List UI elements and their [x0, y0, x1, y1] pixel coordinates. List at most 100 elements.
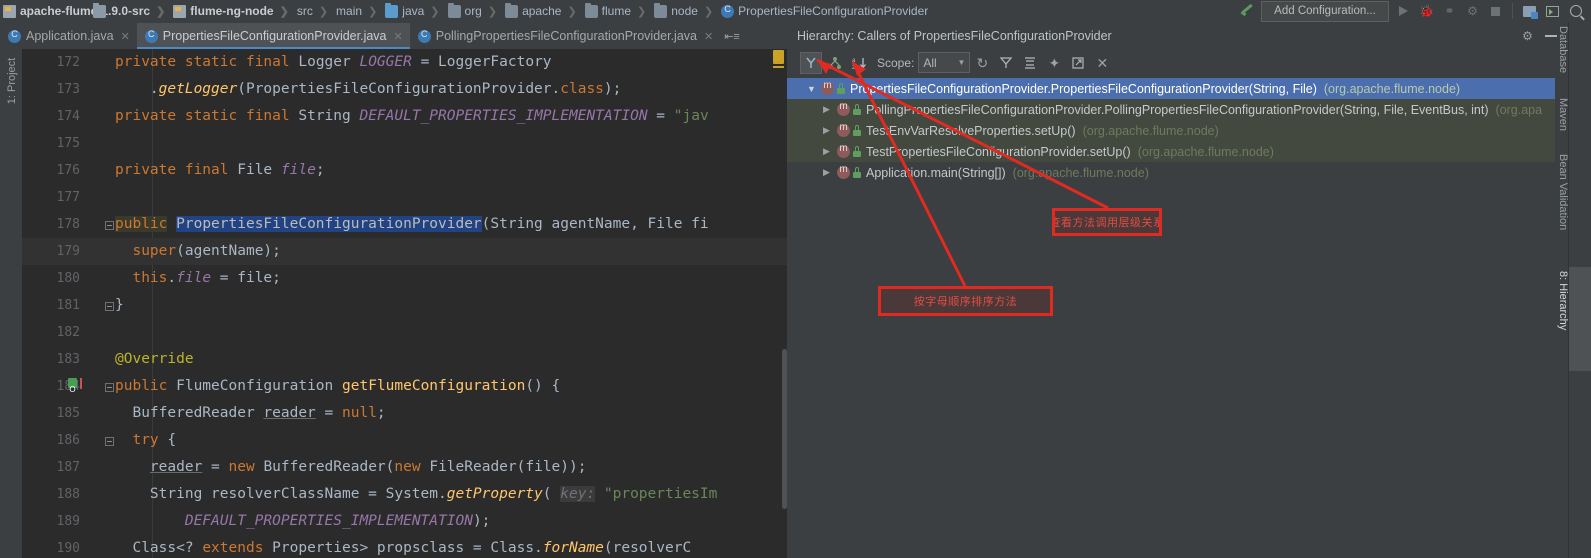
tab-label: PollingPropertiesFileConfigurationProvid…	[435, 29, 697, 43]
callee-hierarchy-icon[interactable]	[824, 52, 846, 74]
caller-hierarchy-icon[interactable]	[800, 51, 822, 74]
chevron-right-icon[interactable]: ▶	[823, 146, 837, 157]
chevron-right-icon[interactable]: ▶	[823, 125, 837, 136]
editor-tab-pollingpropertiesfileconfigurationprovider[interactable]: PollingPropertiesFileConfigurationProvid…	[410, 23, 720, 49]
line-number: 182	[56, 325, 80, 340]
sidebar-item-project[interactable]: 1: Project	[6, 51, 18, 111]
add-configuration-button[interactable]: Add Configuration...	[1261, 0, 1389, 22]
table-row[interactable]: ▶ TestEnvVarResolveProperties.setUp() (o…	[787, 120, 1555, 141]
breadcrumb-label: flume-ng-node	[190, 4, 274, 18]
run-icon[interactable]	[1393, 1, 1414, 21]
refresh-icon[interactable]: ↻	[971, 52, 993, 74]
folder-icon	[654, 2, 668, 18]
stop-icon[interactable]	[1485, 1, 1506, 21]
fold-marker-icon[interactable]	[105, 437, 114, 446]
terminal-icon[interactable]	[1542, 1, 1563, 21]
overriding-method-icon[interactable]	[68, 376, 77, 403]
breadcrumb-item-org[interactable]: org ❯	[445, 0, 503, 22]
breadcrumb-item-java[interactable]: java ❯	[382, 0, 444, 22]
row-signature: PropertiesFileConfigurationProvider.Prop…	[850, 81, 1317, 96]
folder-icon	[505, 2, 519, 18]
show-hidden-tabs-icon[interactable]: ⇤≡	[720, 23, 744, 49]
breadcrumb-item-apache[interactable]: apache ❯	[502, 0, 582, 22]
chevron-down-icon[interactable]: ▼	[807, 84, 821, 94]
git-icon[interactable]	[1519, 1, 1540, 21]
sidebar-item-bean-validation[interactable]: Bean Validation	[1557, 150, 1591, 230]
java-class-icon	[144, 29, 158, 43]
table-row[interactable]: ▶ TestPropertiesFileConfigurationProvide…	[787, 141, 1555, 162]
code-line: @Override	[115, 351, 194, 367]
tab-label: PropertiesFileConfigurationProvider.java	[162, 29, 387, 43]
scope-value: All	[923, 55, 937, 70]
editor-tab-propertiesfileconfigurationprovider[interactable]: PropertiesFileConfigurationProvider.java…	[136, 23, 410, 49]
close-icon[interactable]: ✕	[121, 30, 130, 43]
inspection-warning-marker-icon[interactable]	[773, 50, 784, 68]
line-number: 176	[56, 163, 80, 178]
add-configuration-label: Add Configuration...	[1274, 5, 1376, 17]
profile-icon[interactable]: ⚙	[1462, 1, 1483, 21]
open-in-editor-icon[interactable]	[1067, 52, 1089, 74]
make-project-icon[interactable]	[1236, 1, 1257, 21]
fold-marker-icon[interactable]	[105, 302, 114, 311]
pin-tab-icon[interactable]: ✦	[1043, 52, 1065, 74]
chevron-right-icon[interactable]: ▶	[823, 167, 837, 178]
line-number: 173	[56, 82, 80, 97]
code-line: .getLogger(PropertiesFileConfigurationPr…	[115, 81, 622, 97]
navigation-bar: apache-flume-1.9.0-src ❯ flume-ng-node ❯…	[0, 0, 1591, 22]
run-coverage-icon[interactable]: ⚭	[1439, 1, 1460, 21]
breadcrumb-item-flume[interactable]: flume ❯	[582, 0, 652, 22]
module-icon	[3, 4, 16, 18]
breadcrumb-separator: ❯	[430, 5, 440, 18]
table-row[interactable]: ▶ Application.main(String[]) (org.apache…	[787, 162, 1555, 183]
breadcrumb-item-module[interactable]: flume-ng-node ❯	[170, 0, 294, 22]
close-icon[interactable]: ✕	[394, 30, 403, 43]
annotation-text: 查看方法调用层级关系	[1052, 217, 1162, 229]
code-line: private static final Logger LOGGER = Log…	[115, 54, 552, 70]
code-line: super(agentName);	[132, 243, 281, 259]
breadcrumb-item-node[interactable]: node ❯	[651, 0, 718, 22]
code-line: private static final String DEFAULT_PROP…	[115, 108, 709, 124]
breadcrumb-item-main[interactable]: main ❯	[93, 0, 382, 22]
search-everywhere-icon[interactable]	[1565, 1, 1586, 21]
folder-icon	[584, 2, 598, 18]
breadcrumb-item-src[interactable]: src ❯	[93, 0, 333, 22]
breadcrumb-item-project[interactable]: apache-flume-1.9.0-src ❯	[0, 0, 170, 22]
fold-marker-icon[interactable]	[105, 383, 114, 392]
row-package: (org.apache.flume.node)	[1323, 81, 1461, 96]
close-icon[interactable]: ✕	[1091, 52, 1113, 74]
code-editor[interactable]: 172 private static final Logger LOGGER =…	[22, 49, 787, 558]
debug-icon[interactable]: 🐞	[1416, 1, 1437, 21]
annotation-text: 按字母顺序排序方法	[913, 296, 1018, 308]
scope-dropdown[interactable]: All ▼	[918, 52, 971, 73]
hierarchy-tree[interactable]: ▼ PropertiesFileConfigurationProvider.Pr…	[787, 78, 1555, 558]
sidebar-item-database[interactable]: Database	[1557, 22, 1591, 73]
line-number: 188	[56, 487, 80, 502]
editor-tab-application[interactable]: Application.java ✕	[0, 23, 137, 49]
visibility-public-icon	[853, 125, 861, 136]
toolbar-divider	[1512, 3, 1513, 19]
line-number: 185	[56, 406, 80, 421]
expand-all-icon[interactable]	[995, 52, 1017, 74]
chevron-right-icon[interactable]: ▶	[823, 104, 837, 115]
table-row[interactable]: ▶ PollingPropertiesFileConfigurationProv…	[787, 99, 1555, 120]
method-icon	[837, 101, 850, 116]
fold-marker-icon[interactable]	[105, 221, 114, 230]
line-number: 189	[56, 514, 80, 529]
svg-text:z: z	[852, 65, 855, 70]
close-icon[interactable]: ✕	[704, 30, 713, 43]
sidebar-item-hierarchy[interactable]: 8: Hierarchy	[1557, 267, 1591, 371]
code-line: Class<? extends Properties> propsclass =…	[115, 540, 692, 556]
sort-alphabetically-icon[interactable]: a z	[848, 52, 870, 74]
code-line: try {	[132, 432, 177, 448]
sidebar-item-maven[interactable]: Maven	[1557, 94, 1591, 131]
line-number: 181	[56, 298, 80, 313]
settings-gear-icon[interactable]: ⚙	[1517, 26, 1538, 46]
line-number: 178	[56, 217, 80, 232]
row-signature: TestEnvVarResolveProperties.setUp()	[866, 123, 1076, 138]
breadcrumb-item-class[interactable]: PropertiesFileConfigurationProvider	[718, 0, 933, 22]
row-signature: Application.main(String[])	[866, 165, 1006, 180]
line-number: 177	[56, 190, 80, 205]
hierarchy-panel-header: Hierarchy: Callers of PropertiesFileConf…	[787, 22, 1591, 49]
collapse-all-icon[interactable]	[1019, 52, 1041, 74]
table-row[interactable]: ▼ PropertiesFileConfigurationProvider.Pr…	[787, 78, 1555, 99]
